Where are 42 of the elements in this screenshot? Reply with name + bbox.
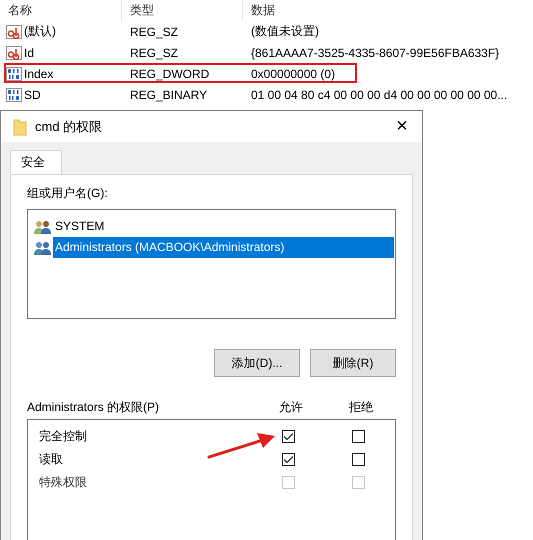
permission-name: 完全控制 — [39, 428, 88, 445]
column-header[interactable]: 数据 — [243, 0, 533, 21]
column-header: 允许 — [278, 398, 304, 416]
value-name: (默认) — [24, 23, 56, 40]
value-type: REG_SZ — [129, 24, 180, 38]
column-header[interactable]: 类型 — [122, 0, 243, 21]
check-icon — [282, 455, 294, 464]
close-button[interactable]: × — [382, 111, 422, 142]
value-name: SD — [24, 88, 41, 102]
checkbox[interactable] — [352, 453, 364, 466]
binary-value-icon — [6, 88, 22, 102]
users-icon — [33, 218, 53, 234]
permission-name: 特殊权限 — [39, 474, 88, 491]
folder-icon — [13, 118, 27, 136]
value-data: {861AAAA7-3525-4335-8607-99E56FBA633F} — [250, 46, 500, 60]
user-item[interactable]: Administrators (MACBOOK\Administrators) — [53, 237, 394, 258]
user-item[interactable]: SYSTEM — [53, 216, 394, 237]
dialog-button[interactable]: 删除(R) — [310, 349, 396, 377]
value-type: REG_SZ — [129, 46, 180, 60]
checkbox[interactable] — [282, 430, 294, 443]
binary-value-icon — [6, 66, 22, 80]
column-header: 拒绝 — [348, 398, 374, 416]
tab[interactable]: 安全 — [10, 150, 62, 174]
value-name: Id — [24, 46, 34, 60]
users-icon — [33, 240, 53, 256]
checkbox[interactable] — [282, 453, 294, 466]
group-label: 组或用户名(G): — [27, 185, 109, 201]
window-title: cmd 的权限 — [35, 118, 104, 136]
value-type: REG_BINARY — [129, 88, 208, 102]
dialog-button[interactable]: 添加(D)... — [214, 349, 300, 377]
check-icon — [282, 432, 294, 441]
value-data: 0x00000000 (0) — [250, 66, 336, 80]
permissions-label: Administrators 的权限(P) — [27, 398, 160, 416]
value-data: 01 00 04 80 c4 00 00 00 d4 00 00 00 00 00 00... — [250, 88, 508, 102]
value-type: REG_DWORD — [129, 66, 210, 80]
permission-name: 读取 — [39, 451, 64, 468]
value-name: Index — [24, 66, 54, 80]
value-data: (数值未设置) — [250, 23, 320, 40]
string-value-icon — [6, 46, 22, 60]
column-header[interactable]: 名称 — [0, 0, 122, 21]
checkbox[interactable] — [352, 430, 364, 443]
string-value-icon — [6, 24, 22, 38]
